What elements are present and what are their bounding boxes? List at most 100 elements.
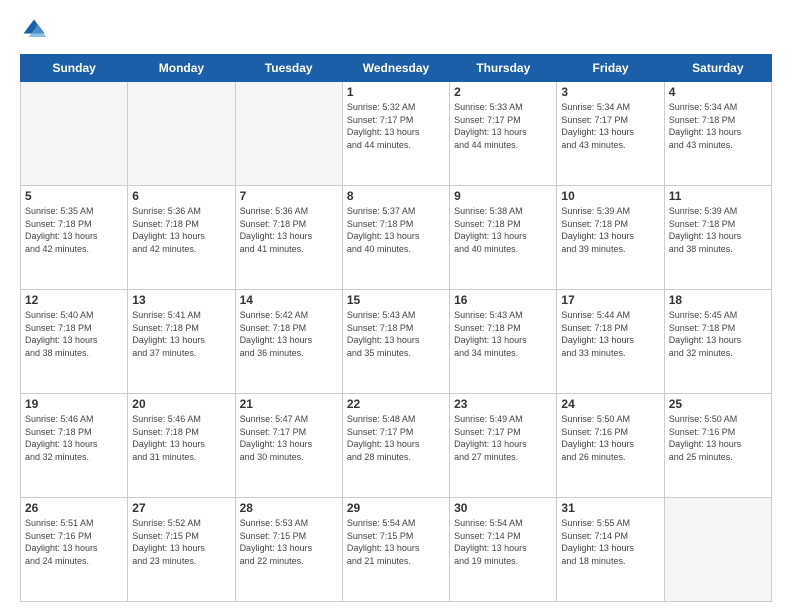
weekday-header-thursday: Thursday	[450, 55, 557, 82]
week-row-1: 1 Sunrise: 5:32 AM Sunset: 7:17 PM Daylig…	[21, 82, 772, 186]
calendar-cell: 23 Sunrise: 5:49 AM Sunset: 7:17 PM Dayli…	[450, 394, 557, 498]
calendar-cell: 24 Sunrise: 5:50 AM Sunset: 7:16 PM Dayli…	[557, 394, 664, 498]
day-number: 27	[132, 501, 230, 515]
day-info: Sunrise: 5:40 AM Sunset: 7:18 PM Dayligh…	[25, 309, 123, 359]
day-info: Sunrise: 5:38 AM Sunset: 7:18 PM Dayligh…	[454, 205, 552, 255]
week-row-5: 26 Sunrise: 5:51 AM Sunset: 7:16 PM Dayli…	[21, 498, 772, 602]
day-number: 9	[454, 189, 552, 203]
day-info: Sunrise: 5:33 AM Sunset: 7:17 PM Dayligh…	[454, 101, 552, 151]
day-info: Sunrise: 5:36 AM Sunset: 7:18 PM Dayligh…	[132, 205, 230, 255]
day-number: 11	[669, 189, 767, 203]
calendar-cell: 10 Sunrise: 5:39 AM Sunset: 7:18 PM Dayli…	[557, 186, 664, 290]
day-number: 12	[25, 293, 123, 307]
calendar-cell: 9 Sunrise: 5:38 AM Sunset: 7:18 PM Daylig…	[450, 186, 557, 290]
day-number: 31	[561, 501, 659, 515]
day-number: 10	[561, 189, 659, 203]
logo-icon	[20, 16, 48, 44]
day-number: 22	[347, 397, 445, 411]
weekday-header-tuesday: Tuesday	[235, 55, 342, 82]
weekday-header-row: SundayMondayTuesdayWednesdayThursdayFrid…	[21, 55, 772, 82]
calendar-cell: 3 Sunrise: 5:34 AM Sunset: 7:17 PM Daylig…	[557, 82, 664, 186]
day-info: Sunrise: 5:41 AM Sunset: 7:18 PM Dayligh…	[132, 309, 230, 359]
day-info: Sunrise: 5:49 AM Sunset: 7:17 PM Dayligh…	[454, 413, 552, 463]
calendar-cell: 26 Sunrise: 5:51 AM Sunset: 7:16 PM Dayli…	[21, 498, 128, 602]
calendar-cell: 21 Sunrise: 5:47 AM Sunset: 7:17 PM Dayli…	[235, 394, 342, 498]
day-number: 14	[240, 293, 338, 307]
day-info: Sunrise: 5:50 AM Sunset: 7:16 PM Dayligh…	[669, 413, 767, 463]
day-number: 26	[25, 501, 123, 515]
day-info: Sunrise: 5:51 AM Sunset: 7:16 PM Dayligh…	[25, 517, 123, 567]
day-number: 25	[669, 397, 767, 411]
day-number: 3	[561, 85, 659, 99]
calendar-table: SundayMondayTuesdayWednesdayThursdayFrid…	[20, 54, 772, 602]
day-info: Sunrise: 5:52 AM Sunset: 7:15 PM Dayligh…	[132, 517, 230, 567]
calendar-cell	[235, 82, 342, 186]
calendar-cell: 14 Sunrise: 5:42 AM Sunset: 7:18 PM Dayli…	[235, 290, 342, 394]
week-row-4: 19Sunrise: 5:46 AM Sunset: 7:18 PM Dayli…	[21, 394, 772, 498]
day-number: 23	[454, 397, 552, 411]
day-info: Sunrise: 5:43 AM Sunset: 7:18 PM Dayligh…	[454, 309, 552, 359]
day-info: Sunrise: 5:39 AM Sunset: 7:18 PM Dayligh…	[561, 205, 659, 255]
day-info: Sunrise: 5:34 AM Sunset: 7:17 PM Dayligh…	[561, 101, 659, 151]
calendar-cell: 30 Sunrise: 5:54 AM Sunset: 7:14 PM Dayli…	[450, 498, 557, 602]
calendar-cell: 31Sunrise: 5:55 AM Sunset: 7:14 PM Dayli…	[557, 498, 664, 602]
calendar-cell: 16 Sunrise: 5:43 AM Sunset: 7:18 PM Dayli…	[450, 290, 557, 394]
day-number: 29	[347, 501, 445, 515]
day-number: 8	[347, 189, 445, 203]
calendar-cell: 25 Sunrise: 5:50 AM Sunset: 7:16 PM Dayli…	[664, 394, 771, 498]
logo	[20, 16, 52, 44]
day-info: Sunrise: 5:34 AM Sunset: 7:18 PM Dayligh…	[669, 101, 767, 151]
day-number: 7	[240, 189, 338, 203]
weekday-header-monday: Monday	[128, 55, 235, 82]
weekday-header-friday: Friday	[557, 55, 664, 82]
day-number: 6	[132, 189, 230, 203]
day-number: 15	[347, 293, 445, 307]
calendar-cell: 11Sunrise: 5:39 AM Sunset: 7:18 PM Dayli…	[664, 186, 771, 290]
week-row-3: 12 Sunrise: 5:40 AM Sunset: 7:18 PM Dayli…	[21, 290, 772, 394]
calendar-cell: 13 Sunrise: 5:41 AM Sunset: 7:18 PM Dayli…	[128, 290, 235, 394]
calendar-cell: 17Sunrise: 5:44 AM Sunset: 7:18 PM Dayli…	[557, 290, 664, 394]
day-info: Sunrise: 5:53 AM Sunset: 7:15 PM Dayligh…	[240, 517, 338, 567]
calendar-cell: 4 Sunrise: 5:34 AM Sunset: 7:18 PM Daylig…	[664, 82, 771, 186]
day-info: Sunrise: 5:36 AM Sunset: 7:18 PM Dayligh…	[240, 205, 338, 255]
calendar-cell: 22 Sunrise: 5:48 AM Sunset: 7:17 PM Dayli…	[342, 394, 449, 498]
day-number: 2	[454, 85, 552, 99]
calendar-cell: 28Sunrise: 5:53 AM Sunset: 7:15 PM Dayli…	[235, 498, 342, 602]
weekday-header-sunday: Sunday	[21, 55, 128, 82]
day-info: Sunrise: 5:42 AM Sunset: 7:18 PM Dayligh…	[240, 309, 338, 359]
page: SundayMondayTuesdayWednesdayThursdayFrid…	[0, 0, 792, 612]
day-number: 24	[561, 397, 659, 411]
day-number: 1	[347, 85, 445, 99]
day-number: 21	[240, 397, 338, 411]
day-info: Sunrise: 5:50 AM Sunset: 7:16 PM Dayligh…	[561, 413, 659, 463]
weekday-header-wednesday: Wednesday	[342, 55, 449, 82]
day-number: 18	[669, 293, 767, 307]
day-info: Sunrise: 5:47 AM Sunset: 7:17 PM Dayligh…	[240, 413, 338, 463]
day-number: 5	[25, 189, 123, 203]
day-info: Sunrise: 5:46 AM Sunset: 7:18 PM Dayligh…	[132, 413, 230, 463]
day-number: 13	[132, 293, 230, 307]
week-row-2: 5Sunrise: 5:35 AM Sunset: 7:18 PM Daylig…	[21, 186, 772, 290]
calendar-cell: 2 Sunrise: 5:33 AM Sunset: 7:17 PM Daylig…	[450, 82, 557, 186]
day-info: Sunrise: 5:32 AM Sunset: 7:17 PM Dayligh…	[347, 101, 445, 151]
day-number: 20	[132, 397, 230, 411]
day-number: 30	[454, 501, 552, 515]
calendar-cell: 1 Sunrise: 5:32 AM Sunset: 7:17 PM Daylig…	[342, 82, 449, 186]
day-info: Sunrise: 5:54 AM Sunset: 7:14 PM Dayligh…	[454, 517, 552, 567]
day-info: Sunrise: 5:48 AM Sunset: 7:17 PM Dayligh…	[347, 413, 445, 463]
header	[20, 16, 772, 44]
day-info: Sunrise: 5:43 AM Sunset: 7:18 PM Dayligh…	[347, 309, 445, 359]
day-number: 16	[454, 293, 552, 307]
calendar-cell: 19Sunrise: 5:46 AM Sunset: 7:18 PM Dayli…	[21, 394, 128, 498]
calendar-cell: 6 Sunrise: 5:36 AM Sunset: 7:18 PM Daylig…	[128, 186, 235, 290]
calendar-cell: 27 Sunrise: 5:52 AM Sunset: 7:15 PM Dayli…	[128, 498, 235, 602]
calendar-cell: 7 Sunrise: 5:36 AM Sunset: 7:18 PM Daylig…	[235, 186, 342, 290]
day-info: Sunrise: 5:46 AM Sunset: 7:18 PM Dayligh…	[25, 413, 123, 463]
day-number: 4	[669, 85, 767, 99]
calendar-cell: 15 Sunrise: 5:43 AM Sunset: 7:18 PM Dayli…	[342, 290, 449, 394]
calendar-cell: 5Sunrise: 5:35 AM Sunset: 7:18 PM Daylig…	[21, 186, 128, 290]
day-info: Sunrise: 5:37 AM Sunset: 7:18 PM Dayligh…	[347, 205, 445, 255]
calendar-cell: 18Sunrise: 5:45 AM Sunset: 7:18 PM Dayli…	[664, 290, 771, 394]
weekday-header-saturday: Saturday	[664, 55, 771, 82]
day-info: Sunrise: 5:54 AM Sunset: 7:15 PM Dayligh…	[347, 517, 445, 567]
